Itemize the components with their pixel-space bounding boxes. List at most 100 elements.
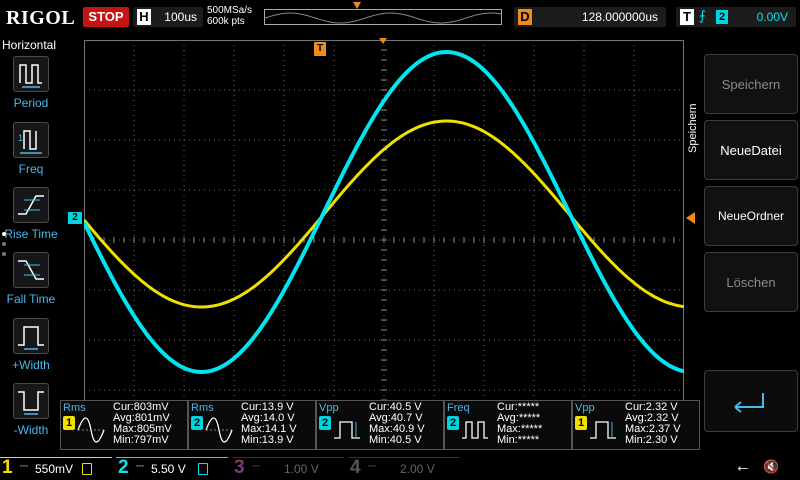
delay-box[interactable]: D 128.000000us: [514, 7, 666, 27]
fall-time-label: Fall Time: [6, 292, 56, 306]
measure-period-item[interactable]: Period: [0, 56, 62, 118]
softkey-back[interactable]: [704, 370, 798, 432]
softkey-delete-label: Löschen: [726, 275, 776, 290]
save-menu: Speichern Speichern NeueDatei NeueOrdner…: [687, 40, 798, 455]
channel-3-status[interactable]: 3 ⎓ 1.00 V: [232, 457, 344, 479]
bandwidth-limit-icon: [82, 463, 92, 475]
fall-time-icon: [13, 252, 49, 288]
speaker-muted-icon[interactable]: 🔇: [763, 459, 779, 475]
trigger-level: 0.00V: [756, 10, 788, 24]
delay-letter: D: [518, 9, 532, 25]
softkey-new-file[interactable]: NeueDatei: [704, 120, 798, 180]
trigger-time-marker[interactable]: T: [314, 42, 326, 56]
acquisition-info: 500MSa/s 600k pts: [207, 5, 252, 27]
measurement-ch1-vpp[interactable]: Vpp 1 Cur:2.32 V Avg:2.32 V Max:2.37 V M…: [572, 400, 700, 450]
rise-time-icon: [13, 187, 49, 223]
measurement-ch2-freq[interactable]: Freq 2 Cur:***** Avg:***** Max:***** Min…: [444, 400, 572, 450]
channel-badge: 1: [575, 416, 587, 430]
timebase-box[interactable]: H 100us: [133, 7, 203, 27]
measurement-name: Rms: [63, 402, 86, 414]
channel-status-bar: 1 ⎓ 550mV 2 ⎓ 5.50 V 3 ⎓ 1.00 V 4 ⎓ 2.00…: [0, 455, 800, 480]
memory-depth: 600k pts: [207, 16, 245, 27]
run-stop-indicator[interactable]: STOP: [83, 7, 129, 27]
softkey-delete[interactable]: Löschen: [704, 252, 798, 312]
min-value: 2.30 V: [645, 434, 678, 446]
channel-scale: 550mV: [35, 462, 74, 476]
usb-icon: ⭠: [737, 459, 749, 475]
measure-fall-time-item[interactable]: Fall Time: [0, 252, 62, 314]
measurement-name: Freq: [447, 402, 470, 414]
measurement-ch2-rms[interactable]: Rms 2 Cur:13.9 V Avg:14.0 V Max:14.1 V M…: [188, 400, 316, 450]
measurement-values: Cur:2.32 V Avg:2.32 V Max:2.37 V Min:2.3…: [625, 402, 699, 446]
channel-badge: 2: [191, 416, 203, 430]
trigger-level-marker[interactable]: [686, 212, 695, 224]
measure-freq-item[interactable]: 1 Freq: [0, 122, 62, 184]
sine-rms-icon: [77, 417, 105, 443]
channel-badge: 2: [447, 416, 459, 430]
ch1-waveform: [84, 119, 684, 309]
min-label: Min:: [625, 434, 646, 446]
measurement-name: Vpp: [319, 402, 339, 414]
channel-number: 4: [350, 457, 361, 478]
peak-to-peak-icon: [590, 421, 616, 439]
softkey-new-folder[interactable]: NeueOrdner: [704, 186, 798, 246]
channel-4-status[interactable]: 4 ⎓ 2.00 V: [348, 457, 460, 479]
memory-position-bar[interactable]: [264, 9, 502, 25]
ch2-offset-marker[interactable]: 2: [68, 212, 82, 224]
sine-rms-icon: [205, 417, 233, 443]
ch2-waveform: [84, 49, 684, 375]
channel-1-status[interactable]: 1 ⎓ 550mV: [0, 457, 112, 479]
delay-value: 128.000000us: [581, 10, 658, 24]
right-menu-title: Speichern: [687, 103, 699, 153]
dc-coupling-icon: ⎓: [136, 461, 144, 472]
softkey-new-folder-label: NeueOrdner: [717, 209, 785, 223]
measure-rise-time-item[interactable]: Rise Time: [0, 187, 62, 249]
negative-width-label: -Width: [13, 423, 49, 437]
measurement-values: Cur:803mV Avg:801mV Max:805mV Min:797mV: [113, 402, 187, 446]
trigger-source-badge: 2: [716, 10, 728, 24]
peak-to-peak-icon: [334, 421, 360, 439]
channel-number: 1: [2, 457, 13, 478]
measure-negative-width-item[interactable]: -Width: [0, 383, 62, 445]
measure-positive-width-item[interactable]: +Width: [0, 318, 62, 380]
min-value: *****: [517, 434, 540, 446]
channel-number: 3: [234, 457, 245, 478]
sample-rate: 500MSa/s: [207, 5, 253, 16]
rising-edge-icon: ⨍: [699, 8, 706, 23]
top-status-bar: RIGOL STOP H 100us 500MSa/s 600k pts D 1…: [0, 0, 800, 34]
measurement-values: Cur:***** Avg:***** Max:***** Min:*****: [497, 402, 571, 446]
measurement-ch2-vpp[interactable]: Vpp 2 Cur:40.5 V Avg:40.7 V Max:40.9 V M…: [316, 400, 444, 450]
trigger-box[interactable]: T ⨍ 2 0.00V: [676, 7, 796, 27]
channel-scale: 2.00 V: [400, 462, 435, 476]
bandwidth-limit-icon: [198, 463, 208, 475]
channel-2-status[interactable]: 2 ⎓ 5.50 V: [116, 457, 228, 479]
negative-width-icon: [13, 383, 49, 419]
dc-coupling-icon: ⎓: [252, 461, 260, 472]
period-icon: [13, 56, 49, 92]
trigger-position-marker: [353, 2, 361, 9]
softkey-save-label: Speichern: [721, 77, 781, 92]
measurement-ch1-rms[interactable]: Rms 1 Cur:803mV Avg:801mV Max:805mV Min:…: [60, 400, 188, 450]
trigger-letter: T: [680, 9, 694, 25]
softkey-new-file-label: NeueDatei: [720, 143, 782, 158]
horizontal-measure-menu: Horizontal Period 1 Freq Rise Time Fall …: [0, 36, 62, 454]
svg-text:1: 1: [18, 133, 23, 143]
left-menu-title: Horizontal: [2, 38, 57, 52]
page-dot: [2, 252, 6, 256]
min-label: Min:: [241, 434, 262, 446]
measurement-name: Rms: [191, 402, 214, 414]
channel-badge: 2: [319, 416, 331, 430]
rise-time-label: Rise Time: [4, 227, 58, 241]
min-value: 13.9 V: [261, 434, 294, 446]
positive-width-label: +Width: [12, 358, 50, 372]
positive-width-icon: [13, 318, 49, 354]
waveform-display[interactable]: [84, 40, 684, 440]
softkey-save[interactable]: Speichern: [704, 54, 798, 114]
center-time-marker: [379, 38, 387, 44]
dc-coupling-icon: ⎓: [368, 461, 376, 472]
period-label: Period: [13, 96, 49, 110]
menu-page-indicator: [2, 232, 8, 262]
page-dot: [2, 242, 6, 246]
min-label: Min:: [497, 434, 518, 446]
memory-waveform-preview: [265, 12, 501, 24]
